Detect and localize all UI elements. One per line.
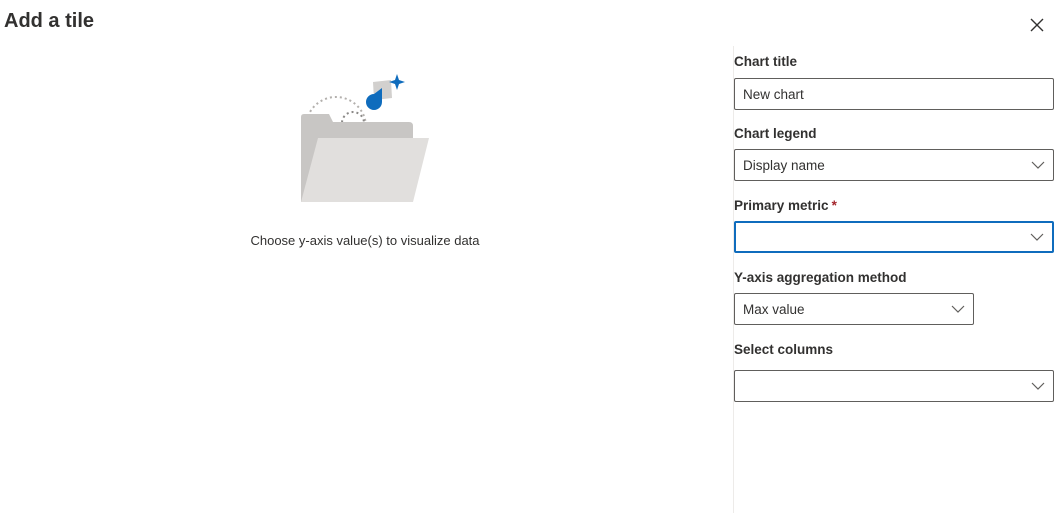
dialog-title: Add a tile <box>4 10 95 32</box>
chevron-down-icon <box>1022 223 1052 251</box>
aggregation-label: Y-axis aggregation method <box>734 270 907 285</box>
close-icon <box>1030 18 1044 32</box>
primary-metric-dropdown[interactable] <box>734 221 1054 253</box>
select-columns-dropdown[interactable] <box>734 370 1054 402</box>
chart-legend-dropdown[interactable]: Display name <box>734 149 1054 181</box>
select-columns-label: Select columns <box>734 342 834 357</box>
folder-chart-illustration <box>301 74 429 202</box>
aggregation-value: Max value <box>743 301 805 317</box>
chevron-down-icon <box>1023 371 1053 401</box>
required-marker: * <box>831 198 837 213</box>
chart-legend-label: Chart legend <box>734 126 817 141</box>
chart-title-input[interactable] <box>734 78 1054 110</box>
empty-state-message: Choose y-axis value(s) to visualize data <box>250 233 480 248</box>
primary-metric-label-text: Primary metric <box>734 198 829 213</box>
aggregation-dropdown[interactable]: Max value <box>734 293 974 325</box>
primary-metric-label: Primary metric * <box>734 198 837 213</box>
chart-legend-value: Display name <box>743 157 825 173</box>
close-button[interactable] <box>1024 12 1050 38</box>
chevron-down-icon <box>943 294 973 324</box>
chevron-down-icon <box>1023 150 1053 180</box>
chart-title-label: Chart title <box>734 54 798 69</box>
